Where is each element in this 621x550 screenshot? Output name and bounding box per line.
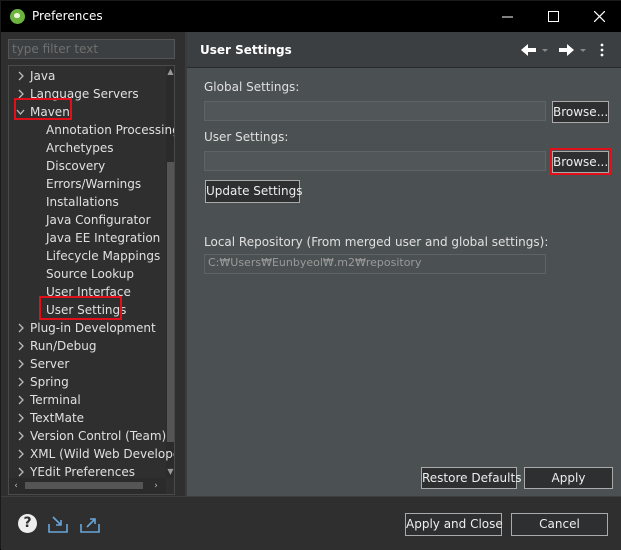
tree-item-label: Plug-in Development [30, 321, 156, 335]
close-icon [593, 11, 605, 22]
tree-item-label: Archetypes [46, 141, 114, 155]
tree-item-label: Lifecycle Mappings [46, 249, 161, 263]
forward-arrow-icon[interactable] [557, 42, 575, 58]
tree-item-label: TextMate [30, 411, 85, 425]
tree-item-label: Language Servers [30, 87, 139, 101]
user-settings-field[interactable] [204, 151, 546, 171]
chevron-right-icon[interactable] [16, 391, 26, 409]
back-dropdown-icon[interactable] [541, 42, 549, 58]
dialog-footer: ? Apply and Close Cancel [1, 496, 621, 550]
tree-item-label: Java Configurator [46, 213, 151, 227]
tree-hscroll-thumb[interactable] [25, 482, 143, 489]
chevron-right-icon[interactable] [16, 373, 26, 391]
scroll-up-icon[interactable]: ▲ [166, 66, 174, 78]
tree-item-label: Version Control (Team) [30, 429, 167, 443]
tree-item-label: Annotation Processing [46, 123, 175, 137]
chevron-right-icon[interactable] [16, 337, 26, 355]
window-title: Preferences [32, 9, 103, 23]
scroll-down-icon[interactable]: ▼ [166, 466, 174, 478]
title-bar[interactable]: Preferences [1, 1, 621, 32]
spring-leaf-icon [10, 9, 25, 24]
tree-item-label: Java EE Integration [46, 231, 161, 245]
user-browse-button[interactable]: Browse... [552, 151, 609, 173]
apply-button[interactable]: Apply [524, 467, 613, 489]
import-icon[interactable] [47, 514, 69, 534]
tree-item-label: Java [30, 69, 56, 83]
global-settings-label: Global Settings: [204, 80, 300, 94]
maximize-icon [547, 11, 559, 22]
tree-item-label: YEdit Preferences [30, 465, 135, 479]
filter-input[interactable] [8, 39, 175, 59]
page-header: User Settings [187, 32, 621, 68]
tree-item-label: Discovery [46, 159, 106, 173]
tree-item-label: Errors/Warnings [46, 177, 142, 191]
tree-item-label: Spring [30, 375, 69, 389]
chevron-right-icon[interactable] [16, 427, 26, 445]
chevron-right-icon[interactable] [16, 445, 26, 463]
scroll-right-icon[interactable]: › [149, 478, 163, 494]
chevron-right-icon[interactable] [16, 319, 26, 337]
restore-defaults-button[interactable]: Restore Defaults [421, 467, 521, 489]
tree-item-label: User Settings [46, 303, 127, 317]
minimize-icon [501, 16, 513, 18]
preference-page: User Settings Global Settings: Browse...… [187, 32, 621, 496]
tree-item-label: Run/Debug [30, 339, 97, 353]
local-repository-field[interactable]: C:₩Users₩Eunbyeol₩.m2₩repository [204, 254, 546, 274]
chevron-right-icon[interactable] [16, 67, 26, 85]
chevron-right-icon[interactable] [16, 409, 26, 427]
chevron-right-icon[interactable] [16, 355, 26, 373]
chevron-down-icon[interactable] [16, 103, 26, 121]
preference-navigation: ▲ ▼ ‹ › JavaLanguage ServersMavenAnnotat… [1, 32, 185, 496]
tree-item-label: Server [30, 357, 70, 371]
forward-dropdown-icon[interactable] [579, 42, 587, 58]
update-settings-button[interactable]: Update Settings [205, 180, 303, 203]
chevron-right-icon[interactable] [16, 463, 26, 481]
tree-scroll-thumb[interactable] [167, 162, 174, 442]
maximize-button[interactable] [530, 1, 576, 32]
cancel-button[interactable]: Cancel [511, 513, 608, 536]
global-settings-field[interactable] [204, 101, 546, 121]
user-settings-label: User Settings: [204, 130, 289, 144]
tree-item-label: Terminal [30, 393, 81, 407]
export-icon[interactable] [79, 514, 101, 534]
minimize-button[interactable] [484, 1, 530, 32]
apply-and-close-button[interactable]: Apply and Close [405, 513, 503, 536]
more-vertical-icon[interactable] [599, 42, 605, 58]
page-title: User Settings [200, 43, 292, 57]
help-icon[interactable]: ? [18, 514, 37, 533]
tree-item-label: Source Lookup [46, 267, 134, 281]
preferences-window: Preferences ▲ ▼ ‹ › JavaLanguage Servers… [0, 0, 621, 550]
tree-item-label: Maven [30, 105, 70, 119]
back-arrow-icon[interactable] [520, 42, 538, 58]
chevron-right-icon[interactable] [16, 85, 26, 103]
global-browse-button[interactable]: Browse... [552, 101, 609, 123]
tree-item-label: User Interface [46, 285, 131, 299]
local-repository-label: Local Repository (From merged user and g… [204, 235, 549, 249]
tree-item-label: Installations [46, 195, 119, 209]
tree-item-label: XML (Wild Web Developer) [30, 447, 175, 461]
close-button[interactable] [576, 1, 621, 32]
preference-tree[interactable]: ▲ ▼ ‹ › Java Language Servers Maven Annotat… [8, 65, 175, 495]
